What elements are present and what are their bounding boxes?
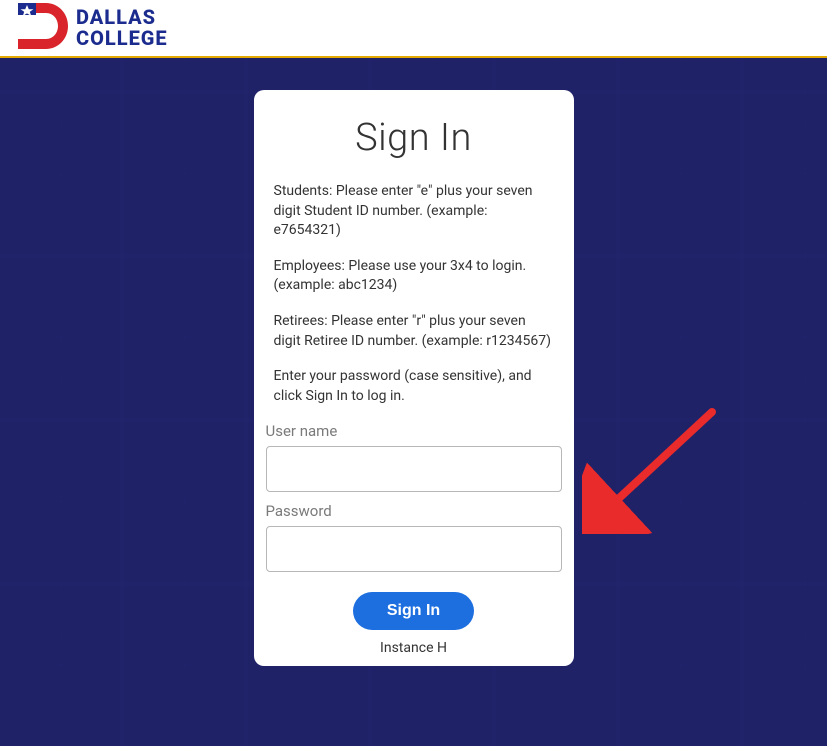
instructions-retirees: Retirees: Please enter "r" plus your sev… xyxy=(274,312,554,351)
login-form: User name Password Sign In Instance H xyxy=(254,422,574,656)
button-row: Sign In xyxy=(266,592,562,630)
instructions-employees: Employees: Please use your 3x4 to login.… xyxy=(274,257,554,296)
password-input[interactable] xyxy=(266,526,562,572)
page-title: Sign In xyxy=(254,116,574,160)
username-input[interactable] xyxy=(266,446,562,492)
instance-footer: Instance H xyxy=(266,640,562,656)
username-label: User name xyxy=(266,422,562,440)
hero-background: Sign In Students: Please enter "e" plus … xyxy=(0,58,827,746)
instructions-password: Enter your password (case sensitive), an… xyxy=(274,367,554,406)
instructions-block: Students: Please enter "e" plus your sev… xyxy=(254,182,574,406)
password-label: Password xyxy=(266,502,562,520)
brand-text: DALLAS COLLEGE xyxy=(76,7,168,49)
brand-logo: DALLAS COLLEGE xyxy=(16,3,168,53)
instructions-students: Students: Please enter "e" plus your sev… xyxy=(274,182,554,241)
signin-card: Sign In Students: Please enter "e" plus … xyxy=(254,90,574,666)
annotation-arrow-icon xyxy=(582,404,732,538)
top-bar: DALLAS COLLEGE xyxy=(0,0,827,58)
brand-text-line2: COLLEGE xyxy=(76,26,168,50)
signin-button[interactable]: Sign In xyxy=(353,592,474,630)
logo-d-icon xyxy=(16,3,68,53)
